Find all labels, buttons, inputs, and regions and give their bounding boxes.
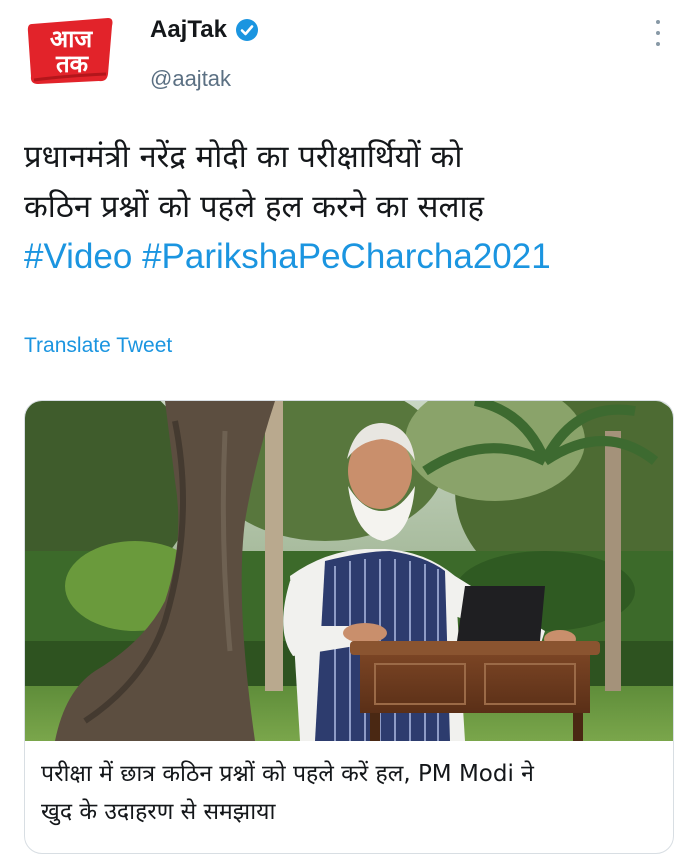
card-caption-line2: खुद के उदाहरण से समझाया xyxy=(41,799,276,825)
link-preview-card[interactable]: परीक्षा में छात्र कठिन प्रश्नों को पहले … xyxy=(24,400,674,854)
verified-badge-icon xyxy=(235,19,258,41)
pm-modi-garden-photo xyxy=(25,401,673,741)
display-name[interactable]: AajTak xyxy=(150,16,227,44)
hashtag-parikshapecharcha[interactable]: #ParikshaPeCharcha2021 xyxy=(142,237,551,276)
hashtag-row: #Video #ParikshaPeCharcha2021 xyxy=(24,232,674,282)
card-image[interactable] xyxy=(25,401,673,741)
user-handle[interactable]: @aajtak xyxy=(150,66,231,92)
card-caption[interactable]: परीक्षा में छात्र कठिन प्रश्नों को पहले … xyxy=(41,755,661,831)
aajtak-logo: आज तक xyxy=(27,18,113,84)
card-caption-line1: परीक्षा में छात्र कठिन प्रश्नों को पहले … xyxy=(41,761,534,787)
hashtag-video[interactable]: #Video xyxy=(24,237,132,276)
tweet-text: प्रधानमंत्री नरेंद्र मोदी का परीक्षार्थि… xyxy=(24,132,674,282)
avatar-text-line1: आज xyxy=(50,25,94,53)
tweet-header: आज तक AajTak @aajtak xyxy=(0,0,696,110)
tweet-text-line1: प्रधानमंत्री नरेंद्र मोदी का परीक्षार्थि… xyxy=(24,139,463,175)
name-row: AajTak xyxy=(150,16,259,44)
translate-tweet-link[interactable]: Translate Tweet xyxy=(24,334,172,358)
more-options-icon[interactable] xyxy=(648,18,668,48)
tweet-text-line2: कठिन प्रश्नों को पहले हल करने का सलाह xyxy=(24,189,485,225)
avatar[interactable]: आज तक xyxy=(24,14,116,86)
avatar-text-line2: तक xyxy=(55,50,90,78)
